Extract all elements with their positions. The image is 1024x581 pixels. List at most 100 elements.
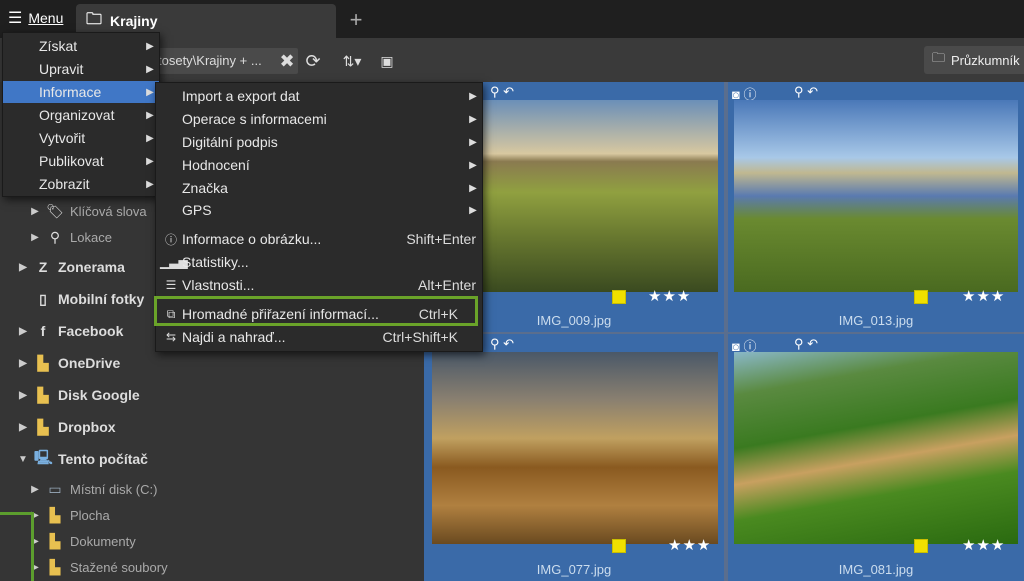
zonerama-icon: Z <box>38 259 48 275</box>
thumbnail-image <box>734 100 1018 292</box>
sidebar-item-mobile[interactable]: ▯ Mobilní fotky <box>18 287 144 311</box>
thumbnail-item[interactable]: ◙ ⓘ ⚲ ↶ ★★★ IMG_013.jpg <box>728 82 1024 332</box>
submenu-arrow-icon: ▶ <box>146 63 154 75</box>
submenu-arrow-icon: ▶ <box>469 113 477 125</box>
menu-item-properties[interactable]: ☰ Vlastnosti... Alt+Enter <box>156 274 482 296</box>
menu-item-hodnoceni[interactable]: Hodnocení ▶ <box>156 154 482 176</box>
thumbnail-item[interactable]: ⚲ ↶ ★★★ IMG_077.jpg <box>424 334 724 581</box>
highlight-box <box>154 296 478 326</box>
rating-stars[interactable]: ★★★ <box>648 287 691 305</box>
google-drive-icon: ▙ <box>37 386 49 403</box>
gps-icon: ⚲ ↶ <box>794 336 819 351</box>
thumbnail-image <box>432 352 718 544</box>
submenu-arrow-icon: ▶ <box>469 159 477 171</box>
menu-label: Menu <box>28 10 64 26</box>
onedrive-icon: ▙ <box>37 354 49 371</box>
file-name: IMG_013.jpg <box>838 313 914 328</box>
expand-arrow-icon[interactable]: ▶ <box>18 422 28 433</box>
expand-arrow-icon[interactable]: ▶ <box>18 326 28 337</box>
main-menu: Získat ▶ Upravit ▶ Informace ▶ Organizovat ▶… <box>2 32 160 197</box>
sidebar-item-onedrive[interactable]: ▶ ▙ OneDrive <box>18 351 120 375</box>
gps-icon: ⚲ ↶ <box>490 336 515 351</box>
folder-icon: 🗀 <box>932 50 946 65</box>
gps-icon: ⚲ ↶ <box>490 84 515 99</box>
menu-item-znacka[interactable]: Značka ▶ <box>156 177 482 199</box>
hamburger-icon: ☰ <box>8 10 23 27</box>
folder-icon: ▙ <box>49 532 61 549</box>
tab-title: Krajiny <box>110 13 158 29</box>
submenu-arrow-icon: ▶ <box>469 136 477 148</box>
sidebar-item-documents[interactable]: ▶ ▙ Dokumenty <box>30 529 136 553</box>
dropbox-icon: ▙ <box>37 418 49 435</box>
thumbnail-item[interactable]: ◙ ⓘ ⚲ ↶ ★★★ IMG_081.jpg <box>728 334 1024 581</box>
submenu-arrow-icon: ▶ <box>469 182 477 194</box>
explorer-button[interactable]: 🗀 Průzkumník <box>924 46 1024 74</box>
sidebar-item-zonerama[interactable]: ▶ Z Zonerama <box>18 255 125 279</box>
menu-item-operace[interactable]: Operace s informacemi ▶ <box>156 108 482 130</box>
sidebar-item-locations[interactable]: ▶ ⚲ Lokace <box>30 225 112 249</box>
annotation-line <box>0 512 34 581</box>
folder-icon: ▙ <box>49 506 61 523</box>
menu-item-digitalni-podpis[interactable]: Digitální podpis ▶ <box>156 131 482 153</box>
explorer-label: Průzkumník <box>951 52 1020 68</box>
sidebar-item-google-drive[interactable]: ▶ ▙ Disk Google <box>18 383 140 407</box>
submenu-arrow-icon: ▶ <box>469 204 477 216</box>
disk-icon: ▭ <box>48 480 62 497</box>
menu-item-organizovat[interactable]: Organizovat ▶ <box>3 104 159 126</box>
gps-icon: ⚲ ↶ <box>794 84 819 99</box>
rating-stars[interactable]: ★★★ <box>668 536 711 554</box>
facebook-icon: f <box>40 323 46 339</box>
expand-arrow-icon[interactable]: ▶ <box>30 484 40 495</box>
folder-icon: 🗀 <box>86 10 103 28</box>
properties-icon: ☰ <box>165 278 177 292</box>
expand-arrow-icon[interactable]: ▶ <box>30 206 40 217</box>
menu-item-gps[interactable]: GPS ▶ <box>156 199 482 221</box>
location-icon: ⚲ <box>49 228 61 245</box>
submenu-arrow-icon: ▶ <box>469 90 477 102</box>
tag-icon: 🏷 <box>46 202 64 219</box>
sidebar-item-local-disk[interactable]: ▶ ▭ Místní disk (C:) <box>30 477 157 501</box>
info-icon: ⓘ <box>164 232 177 247</box>
color-label-flag[interactable] <box>612 290 626 304</box>
menu-item-publikovat[interactable]: Publikovat ▶ <box>3 150 159 172</box>
menu-item-statistics[interactable]: ▁▃▅ Statistiky... <box>156 251 482 273</box>
sidebar-item-dropbox[interactable]: ▶ ▙ Dropbox <box>18 415 115 439</box>
thumbnail-image <box>734 352 1018 544</box>
color-label-flag[interactable] <box>914 290 928 304</box>
thumbnail-grid: ⚲ ↶ ★★★ IMG_009.jpg ◙ ⓘ ⚲ ↶ ★★★ IMG_013.… <box>424 82 1024 581</box>
rating-stars[interactable]: ★★★ <box>962 287 1005 305</box>
refresh-icon[interactable]: ⟳ <box>302 50 324 72</box>
phone-icon: ▯ <box>39 290 47 307</box>
expand-arrow-icon[interactable]: ▶ <box>30 232 40 243</box>
new-folder-icon[interactable]: ▣ <box>376 50 398 72</box>
color-label-flag[interactable] <box>612 539 626 553</box>
sidebar-item-downloads[interactable]: ▶ ▙ Stažené soubory <box>30 555 167 579</box>
thumbnail-image <box>482 100 718 292</box>
sidebar-item-desktop[interactable]: ▶ ▙ Plocha <box>30 503 110 527</box>
sidebar-item-facebook[interactable]: ▶ f Facebook <box>18 319 123 343</box>
expand-arrow-icon[interactable]: ▶ <box>18 358 28 369</box>
sort-icon[interactable]: ⇅▾ <box>336 50 368 72</box>
sidebar-item-keywords[interactable]: ▶ 🏷 Klíčová slova <box>30 199 146 223</box>
color-label-flag[interactable] <box>914 539 928 553</box>
expand-arrow-icon[interactable]: ▶ <box>18 390 28 401</box>
expand-arrow-icon[interactable]: ▶ <box>18 262 28 273</box>
menu-item-ziskat[interactable]: Získat ▶ <box>3 35 159 57</box>
sidebar-item-this-pc[interactable]: ▼ 🖳 Tento počítač <box>18 447 148 471</box>
file-name: IMG_077.jpg <box>536 562 612 577</box>
clear-path-icon[interactable]: ✖ <box>276 50 298 72</box>
menu-item-vytvorit[interactable]: Vytvořit ▶ <box>3 127 159 149</box>
find-replace-icon: ⇆ <box>165 330 177 344</box>
new-tab-button[interactable]: + <box>344 8 368 32</box>
rating-stars[interactable]: ★★★ <box>962 536 1005 554</box>
submenu-arrow-icon: ▶ <box>146 40 154 52</box>
menu-item-zobrazit[interactable]: Zobrazit ▶ <box>3 173 159 195</box>
computer-icon: 🖳 <box>34 449 53 465</box>
menu-item-image-info[interactable]: ⓘ Informace o obrázku... Shift+Enter <box>156 228 482 250</box>
collapse-arrow-icon[interactable]: ▼ <box>18 454 28 465</box>
menu-item-upravit[interactable]: Upravit ▶ <box>3 58 159 80</box>
menu-item-informace[interactable]: Informace ▶ <box>3 81 159 103</box>
menu-item-import-export[interactable]: Import a export dat ▶ <box>156 85 482 107</box>
menu-button[interactable]: ☰ Menu <box>0 0 72 36</box>
menu-item-find-replace[interactable]: ⇆ Najdi a nahraď... Ctrl+Shift+K <box>156 326 482 348</box>
